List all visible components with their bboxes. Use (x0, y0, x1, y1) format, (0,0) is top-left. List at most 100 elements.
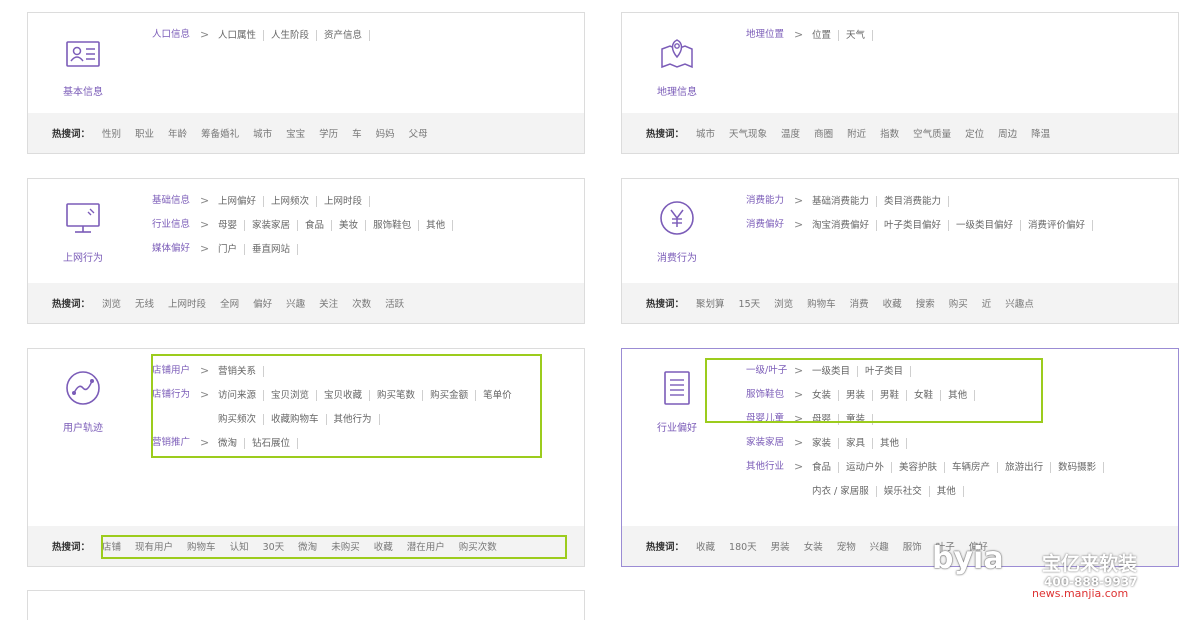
tag-value[interactable]: 垂直网站 (245, 244, 298, 255)
tag-value[interactable]: 运动户外 (839, 462, 892, 473)
row-key[interactable]: 家装家居 (746, 435, 792, 451)
hot-word[interactable]: 180天 (729, 539, 757, 553)
row-key[interactable]: 地理位置 (746, 27, 792, 43)
tag-value[interactable]: 人口属性 (218, 30, 264, 41)
hot-word[interactable]: 浏览 (774, 296, 793, 310)
tag-value[interactable]: 家具 (839, 438, 873, 449)
tag-value[interactable]: 食品 (812, 462, 839, 473)
hot-word[interactable]: 活跃 (385, 296, 404, 310)
hot-word[interactable]: 近 (982, 296, 992, 310)
hot-word[interactable]: 指数 (880, 126, 899, 140)
row-key[interactable]: 行业信息 (152, 217, 198, 233)
hot-word[interactable]: 消费 (850, 296, 869, 310)
tag-value[interactable]: 食品 (298, 220, 332, 231)
hot-word[interactable]: 温度 (781, 126, 800, 140)
tag-value[interactable]: 人生阶段 (264, 30, 317, 41)
hot-word[interactable]: 聚划算 (696, 296, 725, 310)
hot-word[interactable]: 车 (352, 126, 362, 140)
hot-word[interactable]: 空气质量 (913, 126, 951, 140)
tag-value[interactable]: 天气 (839, 30, 873, 41)
tag-value[interactable]: 资产信息 (317, 30, 370, 41)
chevron-right-icon: > (794, 217, 812, 233)
tag-value[interactable]: 淘宝消费偏好 (812, 220, 877, 231)
tag-value[interactable]: 叶子类目偏好 (877, 220, 949, 231)
hot-word[interactable]: 职业 (135, 126, 154, 140)
hot-word[interactable]: 兴趣 (870, 539, 889, 553)
tag-value[interactable]: 数码摄影 (1051, 462, 1104, 473)
hot-word[interactable]: 次数 (352, 296, 371, 310)
hot-word[interactable]: 宝宝 (286, 126, 305, 140)
tag-value[interactable]: 其他 (930, 486, 964, 497)
tag-value[interactable]: 上网偏好 (218, 196, 264, 207)
hot-word[interactable]: 年龄 (168, 126, 187, 140)
chevron-right-icon: > (200, 193, 218, 209)
hot-word[interactable]: 15天 (739, 296, 761, 310)
hot-search-bar: 热搜词： 聚划算 15天浏览购物车消费收藏搜索购买近兴趣点 (622, 283, 1178, 323)
hot-word[interactable]: 妈妈 (376, 126, 395, 140)
hot-word[interactable]: 全网 (220, 296, 239, 310)
hot-word[interactable]: 女装 (804, 539, 823, 553)
tag-value[interactable]: 娱乐社交 (877, 486, 930, 497)
tag-value[interactable]: 母婴 (218, 220, 245, 231)
hot-word[interactable]: 天气现象 (729, 126, 767, 140)
hot-word[interactable]: 上网时段 (168, 296, 206, 310)
hot-word[interactable]: 学历 (319, 126, 338, 140)
hot-word[interactable]: 父母 (409, 126, 428, 140)
hot-word[interactable]: 宠物 (837, 539, 856, 553)
category-title: 用户轨迹 (28, 419, 138, 434)
tag-value[interactable]: 美容护肤 (892, 462, 945, 473)
row-key[interactable]: 其他行业 (746, 459, 792, 475)
hot-word[interactable]: 城市 (696, 126, 715, 140)
hot-word[interactable]: 购买 (949, 296, 968, 310)
hot-word[interactable]: 筹备婚礼 (201, 126, 239, 140)
hot-word[interactable]: 关注 (319, 296, 338, 310)
tag-value[interactable]: 家装家居 (245, 220, 298, 231)
hot-word[interactable]: 无线 (135, 296, 154, 310)
tag-value[interactable]: 消费评价偏好 (1021, 220, 1093, 231)
tag-value[interactable]: 门户 (218, 244, 245, 255)
hot-word[interactable]: 收藏 (883, 296, 902, 310)
row-key[interactable]: 基础信息 (152, 193, 198, 209)
tag-value[interactable]: 内衣 / 家居服 (812, 486, 877, 497)
hot-search-label: 热搜词： (52, 296, 90, 310)
tag-value[interactable]: 其他 (873, 438, 907, 449)
row-key[interactable]: 消费能力 (746, 193, 792, 209)
tag-value[interactable]: 上网频次 (264, 196, 317, 207)
hot-word[interactable]: 性别 (102, 126, 121, 140)
tag-value[interactable]: 美妆 (332, 220, 366, 231)
tag-value[interactable]: 类目消费能力 (877, 196, 949, 207)
hot-word[interactable]: 降温 (1031, 126, 1050, 140)
hot-word[interactable]: 周边 (998, 126, 1017, 140)
tag-row: 消费偏好> 淘宝消费偏好叶子类目偏好一级类目偏好消费评价偏好 (746, 217, 1168, 241)
row-key[interactable]: 消费偏好 (746, 217, 792, 233)
hot-word[interactable]: 浏览 (102, 296, 121, 310)
chevron-right-icon: > (794, 459, 812, 475)
tag-value[interactable]: 一级类目偏好 (949, 220, 1021, 231)
tag-value[interactable]: 位置 (812, 30, 839, 41)
hot-word[interactable]: 兴趣 (286, 296, 305, 310)
hot-word[interactable]: 附近 (847, 126, 866, 140)
hot-word[interactable]: 城市 (253, 126, 272, 140)
chevron-right-icon: > (794, 27, 812, 43)
hot-word[interactable]: 搜索 (916, 296, 935, 310)
hot-word[interactable]: 偏好 (253, 296, 272, 310)
tag-value[interactable]: 其他 (419, 220, 453, 231)
hot-search-bar: 热搜词： 城市天气现象温度商圈附近指数空气质量定位周边降温 (622, 113, 1178, 153)
hot-word[interactable]: 定位 (965, 126, 984, 140)
tag-value[interactable]: 服饰鞋包 (366, 220, 419, 231)
hot-word[interactable]: 商圈 (814, 126, 833, 140)
tag-value[interactable]: 基础消费能力 (812, 196, 877, 207)
tag-value[interactable]: 上网时段 (317, 196, 370, 207)
tag-value[interactable]: 家装 (812, 438, 839, 449)
hot-word[interactable]: 服饰 (903, 539, 922, 553)
tag-value[interactable]: 车辆房产 (945, 462, 998, 473)
hot-word[interactable]: 购物车 (807, 296, 836, 310)
tag-value[interactable]: 旅游出行 (998, 462, 1051, 473)
row-key[interactable]: 媒体偏好 (152, 241, 198, 257)
hot-word[interactable]: 兴趣点 (1005, 296, 1034, 310)
row-key[interactable]: 人口信息 (152, 27, 198, 43)
hot-word[interactable]: 收藏 (696, 539, 715, 553)
hot-word[interactable]: 男装 (771, 539, 790, 553)
tag-row: 消费能力> 基础消费能力类目消费能力 (746, 193, 1168, 217)
hot-search-label: 热搜词： (646, 296, 684, 310)
